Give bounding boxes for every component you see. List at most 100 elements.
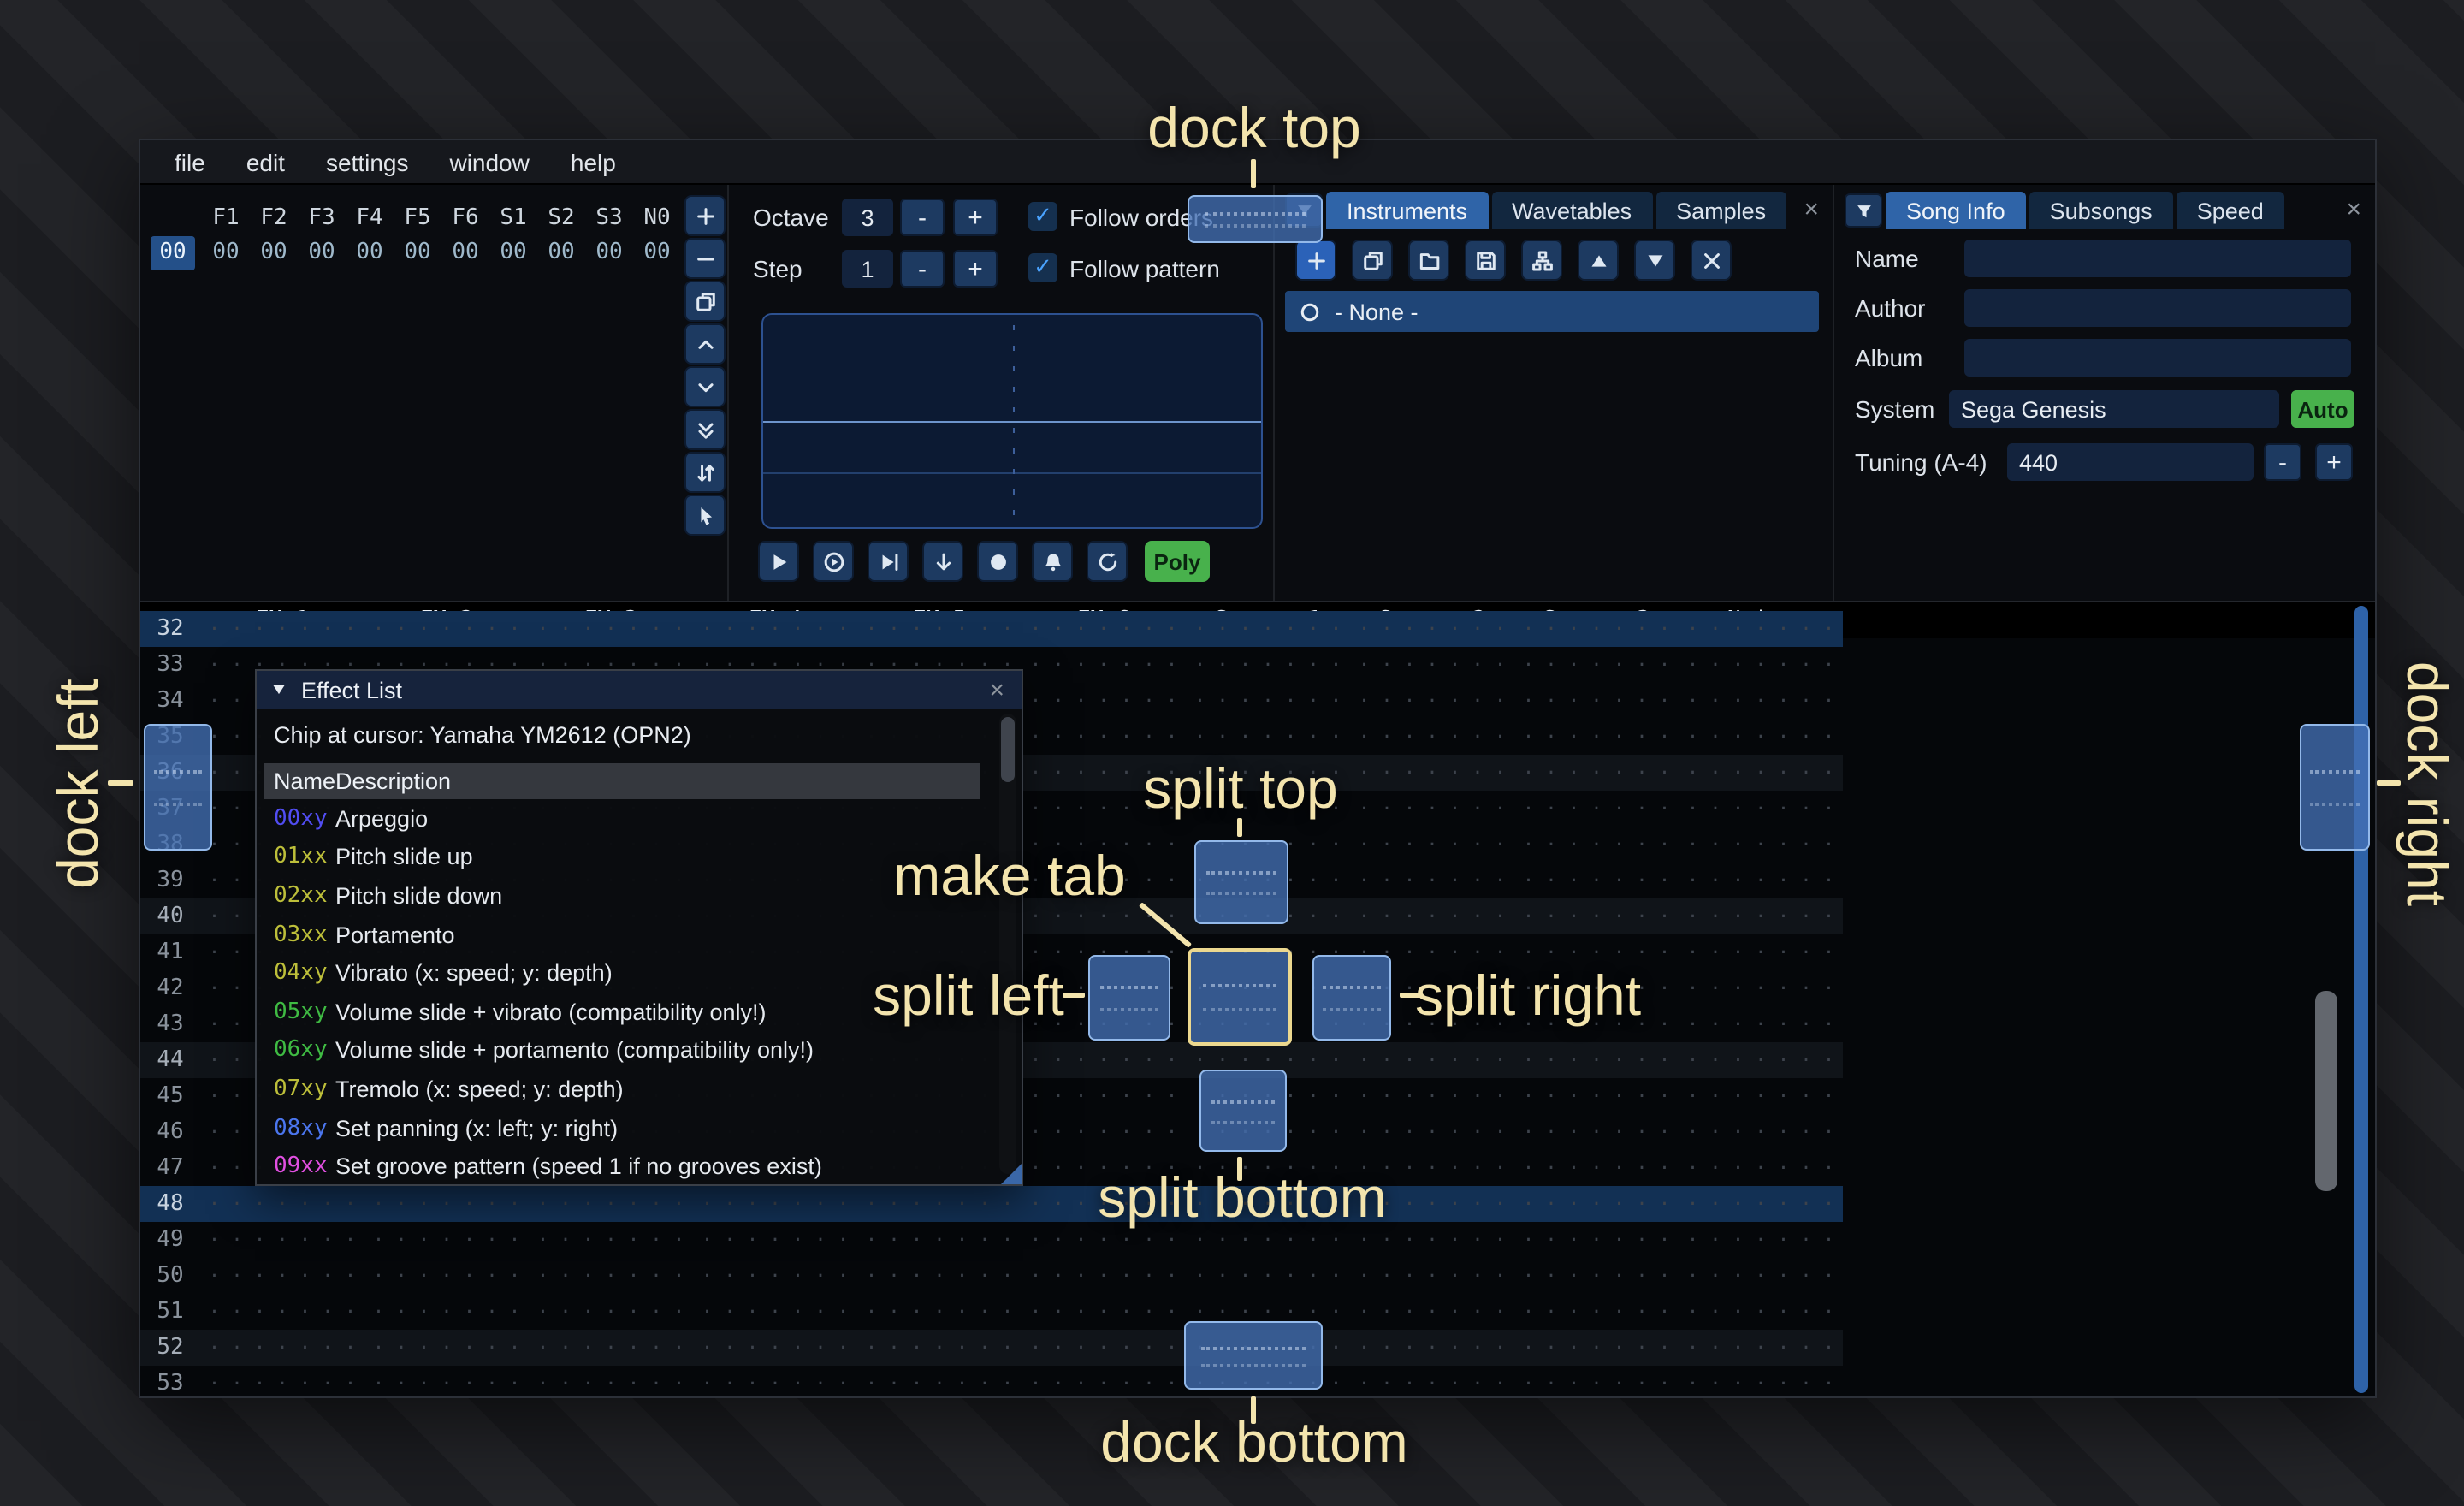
pattern-cell[interactable]: · · · · · · · [1679,1157,1843,1179]
add-order-button[interactable] [684,195,726,236]
pattern-cell[interactable]: · · · · · · · [1350,833,1514,856]
order-value-cell[interactable]: 00 [441,236,489,270]
play-pattern-button[interactable] [813,541,854,582]
order-edit-mode-button[interactable] [684,495,726,536]
step-value[interactable]: 1 [842,250,893,288]
menu-settings[interactable]: settings [326,148,409,175]
song-name-input[interactable] [1964,240,2351,277]
pattern-cell[interactable]: · · · · · · · [1679,1121,1843,1143]
effect-list-titlebar[interactable]: Effect List × [257,671,1022,709]
effect-list-scrollbar[interactable] [999,714,1016,1174]
pattern-cell[interactable]: · · · · · · · [1350,1049,1514,1071]
pattern-cell[interactable]: · · · · · · · [1350,726,1514,748]
pattern-cell[interactable]: · · · · · · · [200,1193,364,1215]
filter-icon[interactable] [1845,193,1882,228]
tab-song-info[interactable]: Song Info [1886,192,2026,229]
order-row-number[interactable]: 00 [151,236,195,270]
pattern-cell[interactable]: · · · · · · · [1022,1301,1186,1323]
pattern-cell[interactable]: · · · · · · · [1350,1265,1514,1287]
pattern-cell[interactable]: · · · · · · · [1022,726,1186,748]
pattern-cell[interactable]: · · · · · · · [1350,869,1514,892]
pattern-cell[interactable]: · · · · · · · [693,1373,857,1395]
pattern-cell[interactable]: · · · · · · · [1679,690,1843,712]
tab-samples[interactable]: Samples [1656,192,1786,229]
save-instrument-button[interactable] [1465,240,1506,281]
pattern-cell[interactable]: · · · · · · · [1022,1229,1186,1251]
dock-left-target[interactable] [144,724,212,851]
pattern-cell[interactable]: · · · · · · · [857,1373,1022,1395]
move-order-up-button[interactable] [684,323,726,365]
order-value-cell[interactable]: 00 [633,236,681,270]
pattern-cell[interactable]: · · · · · · · [1022,690,1186,712]
pattern-cell[interactable]: · · · · · · · [1514,762,1679,784]
pattern-cell[interactable]: · · · · · · · [1514,1373,1679,1395]
order-value-cell[interactable]: 00 [250,236,298,270]
duplicate-order-button[interactable] [684,281,726,322]
pattern-cell[interactable]: · · · · · · · [364,1373,529,1395]
order-value-cell[interactable]: 00 [298,236,346,270]
pattern-cell[interactable]: · · · · · · · [1186,1229,1350,1251]
pattern-cell[interactable]: · · · · · · · [200,1229,364,1251]
pattern-scrollbar-thumb[interactable] [2315,991,2337,1191]
order-value-cell[interactable]: 00 [489,236,537,270]
pattern-cell[interactable]: · · · · · · · [200,1265,364,1287]
menu-help[interactable]: help [571,148,616,175]
pattern-cell[interactable]: · · · · · · · [200,1373,364,1395]
tuning-decrease-button[interactable]: - [2264,443,2301,481]
pattern-cell[interactable]: · · · · · · · [1022,1085,1186,1107]
close-icon[interactable]: × [1804,196,1819,222]
move-instrument-down-button[interactable] [1634,240,1675,281]
pattern-cell[interactable]: · · · · · · · [693,1193,857,1215]
pattern-cell[interactable]: · · · · · · · [1022,1337,1186,1359]
pattern-cell[interactable]: · · · · · · · [529,1265,693,1287]
duplicate-instrument-button[interactable] [1352,240,1393,281]
pattern-cell[interactable]: · · · · · · · [364,1337,529,1359]
pattern-cell[interactable]: · · · · · · · [857,1265,1022,1287]
close-icon[interactable]: × [989,677,1004,703]
pattern-cell[interactable]: · · · · · · · [1350,1301,1514,1323]
follow-orders-checkbox[interactable]: ✓ [1028,202,1057,231]
pattern-cell[interactable]: · · · · · · · [1679,1049,1843,1071]
tab-subsongs[interactable]: Subsongs [2029,192,2173,229]
split-right-target[interactable] [1312,955,1391,1041]
pattern-cell[interactable]: · · · · · · · [1514,1337,1679,1359]
dock-right-target[interactable] [2300,724,2370,851]
pattern-cell[interactable]: · · · · · · · [1514,1121,1679,1143]
pattern-cell[interactable]: · · · · · · · [1514,726,1679,748]
repeat-pattern-button[interactable] [1087,541,1128,582]
pattern-cell[interactable]: · · · · · · · [1186,618,1350,640]
pattern-cell[interactable]: · · · · · · · [529,618,693,640]
pattern-cell[interactable]: · · · · · · · [1514,1301,1679,1323]
instrument-list-item[interactable]: - None - [1285,291,1819,332]
play-row-button[interactable] [868,541,909,582]
pattern-cell[interactable]: · · · · · · · [1514,1157,1679,1179]
pattern-cell[interactable]: · · · · · · · [1350,905,1514,928]
pattern-cell[interactable]: · · · · · · · [1022,1049,1186,1071]
duplicate-order-to-end-button[interactable] [684,409,726,450]
dock-bottom-target[interactable] [1184,1321,1323,1390]
follow-pattern-checkbox[interactable]: ✓ [1028,253,1057,282]
pattern-cell[interactable]: · · · · · · · [693,1229,857,1251]
pattern-cell[interactable]: · · · · · · · [364,1229,529,1251]
pattern-cell[interactable]: · · · · · · · [1514,797,1679,820]
pattern-cell[interactable]: · · · · · · · [364,1301,529,1323]
pattern-cell[interactable]: · · · · · · · [1022,1373,1186,1395]
pattern-cell[interactable]: · · · · · · · [1186,726,1350,748]
tuning-input[interactable] [2007,443,2254,481]
pattern-cell[interactable]: · · · · · · · [1679,869,1843,892]
pattern-cell[interactable]: · · · · · · · [1514,618,1679,640]
step-decrease-button[interactable]: - [900,250,945,288]
close-icon[interactable]: × [2346,196,2361,222]
menu-file[interactable]: file [175,148,205,175]
remove-order-button[interactable] [684,238,726,279]
order-value-cell[interactable]: 00 [537,236,585,270]
pattern-cell[interactable]: · · · · · · · [857,618,1022,640]
pattern-cell[interactable]: · · · · · · · [1514,690,1679,712]
pattern-cell[interactable]: · · · · · · · [693,618,857,640]
pattern-cell[interactable]: · · · · · · · [857,1193,1022,1215]
open-instrument-button[interactable] [1408,240,1449,281]
pattern-cell[interactable]: · · · · · · · [200,1301,364,1323]
step-down-button[interactable] [922,541,963,582]
pattern-cell[interactable]: · · · · · · · [1350,654,1514,676]
collapse-icon[interactable] [270,681,287,698]
